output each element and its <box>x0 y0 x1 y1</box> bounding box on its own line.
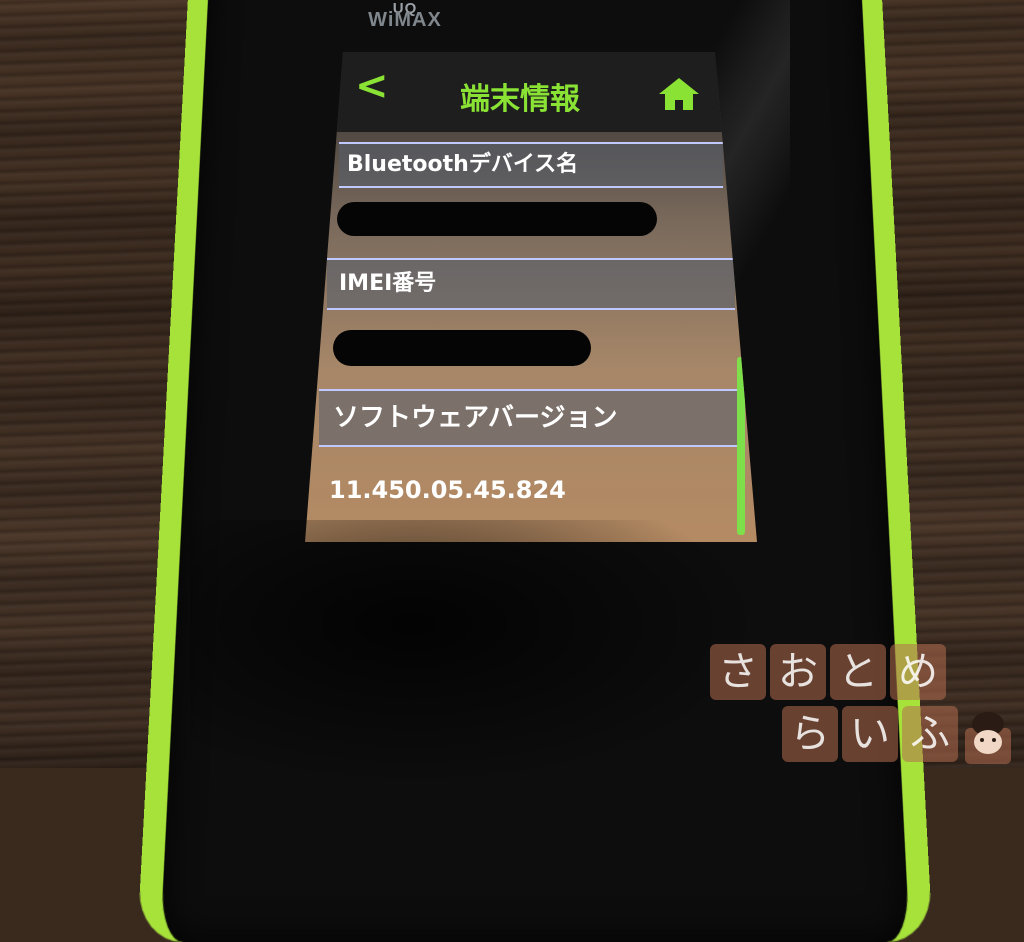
watermark-char: さ <box>710 644 766 700</box>
software-version-label-text: ソフトウェアバージョン <box>333 403 618 433</box>
screen-header: < 端末情報 <box>305 52 757 132</box>
device-screen: < 端末情報 Bluetoothデバイス名 IMEI番号 ソフトウェアバージョン… <box>305 52 757 542</box>
software-version-value: 11.450.05.45.824 <box>329 476 566 504</box>
brand-bottom: WiMAX <box>368 9 442 31</box>
watermark-char: ら <box>782 706 838 762</box>
home-icon <box>659 78 699 110</box>
watermark-char: い <box>842 706 898 762</box>
watermark-char: お <box>770 644 826 700</box>
hand-shadow <box>190 520 750 780</box>
watermark-char: め <box>890 644 946 700</box>
home-button[interactable] <box>657 76 701 112</box>
back-button[interactable]: < <box>355 66 389 106</box>
mascot-face-icon <box>965 712 1011 764</box>
imei-label: IMEI番号 <box>327 258 735 310</box>
watermark: さ お と め ら い ふ <box>710 642 1011 768</box>
software-version-label: ソフトウェアバージョン <box>319 389 743 447</box>
bluetooth-name-label: Bluetoothデバイス名 <box>339 142 723 188</box>
bluetooth-name-redacted <box>337 202 657 236</box>
imei-redacted <box>333 330 591 366</box>
imei-label-text: IMEI番号 <box>339 271 437 296</box>
chevron-left-icon: < <box>355 63 389 109</box>
bluetooth-name-label-text: Bluetoothデバイス名 <box>347 152 579 177</box>
watermark-char: ふ <box>902 706 958 762</box>
device-brand-logo: UQ WiMAX <box>345 0 465 32</box>
watermark-char: と <box>830 644 886 700</box>
page-title: 端末情報 <box>460 82 580 117</box>
